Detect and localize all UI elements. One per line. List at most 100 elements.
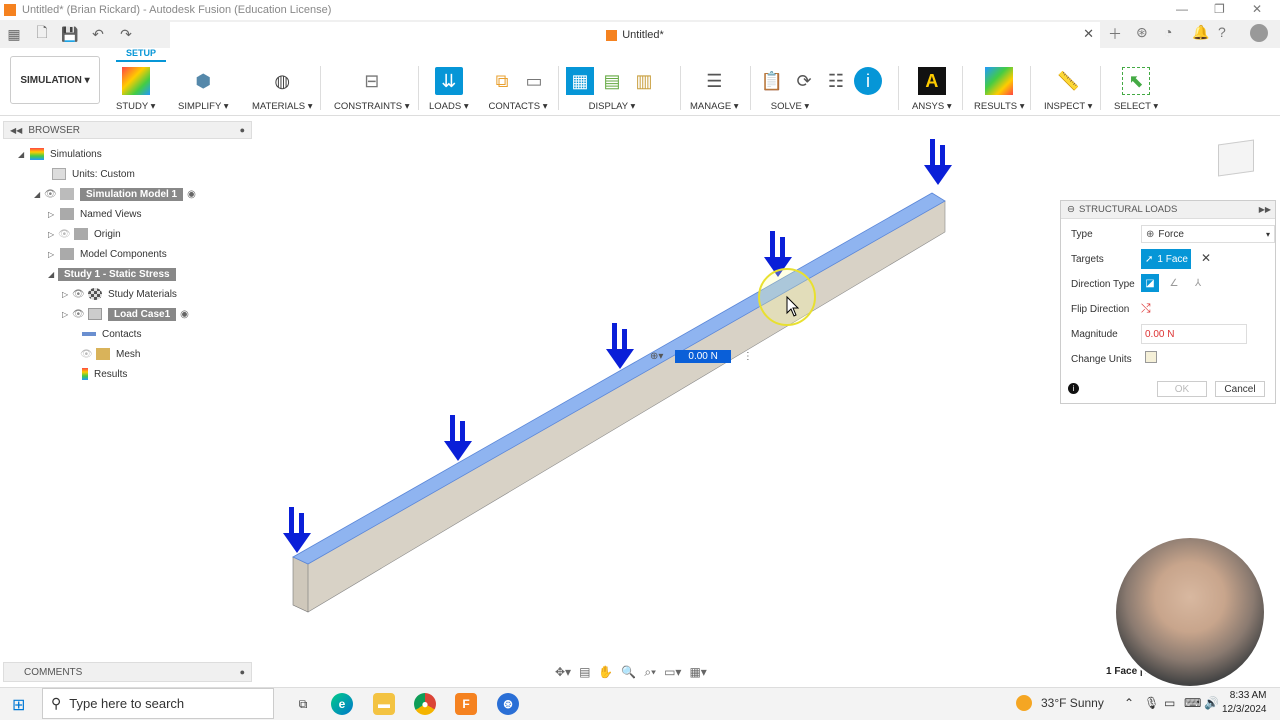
weather-text[interactable]: 33°F Sunny	[1041, 696, 1104, 710]
visibility-eye-icon[interactable]: 👁	[58, 229, 72, 240]
visibility-eye-icon[interactable]: 👁	[80, 349, 94, 360]
help-icon[interactable]: ?	[1218, 24, 1226, 40]
inline-magnitude-input[interactable]: 0.00 N	[675, 349, 731, 363]
undo-icon[interactable]: ↶	[84, 26, 112, 43]
beam-top-face-selected[interactable]	[292, 192, 946, 565]
materials-group[interactable]: ◍ MATERIALS ▾	[252, 66, 313, 113]
clear-selection-icon[interactable]: ✕	[1201, 251, 1211, 265]
tree-item-study-materials[interactable]: ▷ 👁 Study Materials	[62, 285, 177, 303]
loads-group[interactable]: ⇊ LOADS ▾	[429, 66, 469, 112]
cancel-button[interactable]: Cancel	[1215, 381, 1265, 397]
display-settings-icon[interactable]: ▭▾	[664, 665, 681, 679]
network-icon[interactable]: ⌨	[1184, 696, 1201, 710]
app-taskbar-icon[interactable]: ⊛	[497, 693, 519, 715]
tree-item-model-components[interactable]: ▷ Model Components	[48, 245, 167, 263]
tree-item-named-views[interactable]: ▷ Named Views	[48, 205, 142, 223]
ok-button[interactable]: OK	[1157, 381, 1207, 397]
file-menu-icon[interactable]: 🗋	[28, 22, 56, 46]
study-group[interactable]: STUDY ▾	[116, 66, 155, 112]
grid-icon[interactable]: ▦▾	[689, 665, 706, 679]
tree-item-simulations[interactable]: ◢ Simulations	[18, 145, 102, 163]
activate-radio-icon[interactable]: ◉	[187, 189, 196, 200]
manage-group[interactable]: ☰ MANAGE ▾	[690, 66, 739, 113]
restore-icon[interactable]: ❐	[1214, 2, 1225, 16]
extensions-icon[interactable]: ⊛	[1136, 24, 1148, 41]
visibility-eye-icon[interactable]: 👁	[72, 309, 86, 320]
volume-icon[interactable]: 🔊	[1204, 696, 1219, 710]
visibility-eye-icon[interactable]: 👁	[44, 189, 58, 200]
change-units-checkbox[interactable]	[1145, 351, 1157, 363]
look-at-icon[interactable]: ▤	[579, 665, 590, 679]
pan-icon[interactable]: ✋	[598, 665, 613, 679]
close-window-icon[interactable]: ✕	[1252, 2, 1262, 16]
fit-icon[interactable]: ⌕▾	[644, 665, 656, 680]
constraints-group[interactable]: ⊟ CONSTRAINTS ▾	[334, 66, 410, 113]
tab-setup[interactable]: SETUP	[116, 48, 166, 62]
tree-item-simulation-model[interactable]: ◢ 👁 Simulation Model 1 ◉	[34, 185, 196, 203]
notifications-icon[interactable]: 🔔	[1192, 24, 1209, 41]
targets-selection-button[interactable]: ➚ 1 Face	[1141, 249, 1191, 269]
edge-icon[interactable]: e	[331, 693, 353, 715]
tree-item-origin[interactable]: ▷ 👁 Origin	[48, 225, 121, 243]
tree-item-mesh[interactable]: 👁 Mesh	[80, 345, 140, 363]
display-group[interactable]: ▦ ▤ ▥ DISPLAY ▾	[566, 66, 658, 112]
normal-direction-icon[interactable]: ◪	[1141, 274, 1159, 292]
browser-header[interactable]: ◀◀ BROWSER ●	[3, 121, 252, 139]
task-view-icon[interactable]: ⧉	[292, 693, 314, 715]
canvas-viewport[interactable]	[260, 117, 1060, 687]
dialog-expand-icon[interactable]: ▶▶	[1259, 205, 1271, 214]
tree-item-load-case[interactable]: ▷ 👁 Load Case1 ◉	[62, 305, 189, 323]
redo-icon[interactable]: ↷	[112, 26, 140, 43]
workspace-switcher[interactable]: SIMULATION ▾	[10, 56, 100, 104]
view-cube[interactable]	[1212, 136, 1260, 180]
ansys-group[interactable]: A ANSYS ▾	[912, 66, 952, 112]
flip-direction-icon[interactable]: ⤭	[1141, 301, 1151, 316]
type-dropdown[interactable]: ⊕ Force ▾	[1141, 225, 1275, 243]
taskbar-search[interactable]: ⚲ Type here to search	[42, 688, 274, 719]
info-icon[interactable]: i	[1068, 383, 1079, 394]
simplify-group[interactable]: ⬢ SIMPLIFY ▾	[178, 66, 229, 113]
tree-item-results[interactable]: Results	[80, 365, 127, 383]
browser-pin-icon[interactable]: ●	[240, 125, 245, 135]
comments-add-icon[interactable]: ●	[240, 667, 245, 677]
tree-item-study[interactable]: ◢ Study 1 - Static Stress	[48, 265, 176, 283]
beam-side-face[interactable]	[292, 200, 946, 613]
minimize-icon[interactable]: —	[1176, 2, 1188, 16]
zoom-icon[interactable]: 🔍	[621, 665, 636, 679]
taskbar-clock[interactable]: 8:33 AM 12/3/2024	[1222, 689, 1267, 717]
force-type-icon[interactable]: ⊕▾	[650, 351, 663, 362]
tree-item-units[interactable]: Units: Custom	[50, 165, 135, 183]
chrome-icon[interactable]: ●	[414, 693, 436, 715]
beam-end-face[interactable]	[292, 556, 309, 613]
windows-start-icon[interactable]: ⊞	[12, 695, 25, 715]
visibility-eye-icon[interactable]: 👁	[72, 289, 86, 300]
microphone-icon[interactable]: 🎙	[1144, 696, 1159, 710]
comments-bar[interactable]: COMMENTS ●	[3, 662, 252, 682]
solve-group[interactable]: 📋 ⟳ ☷ i SOLVE ▾	[758, 66, 882, 112]
dialog-collapse-icon[interactable]: ⊖	[1067, 204, 1075, 215]
contacts-group[interactable]: ⧉ ▭ CONTACTS ▾	[488, 66, 548, 113]
document-tab[interactable]: Untitled* ✕	[170, 22, 1100, 48]
collapse-browser-icon[interactable]: ◀◀	[10, 126, 22, 135]
tray-chevron-icon[interactable]: ⌃	[1124, 696, 1134, 710]
magnitude-input[interactable]: 0.00 N	[1141, 324, 1247, 344]
orbit-icon[interactable]: ✥▾	[555, 665, 571, 679]
new-tab-icon[interactable]: ＋	[1108, 24, 1122, 44]
data-panel-icon[interactable]: ▦	[0, 26, 28, 43]
vector-direction-icon[interactable]: ⅄	[1189, 274, 1207, 292]
tree-label: Load Case1	[108, 307, 177, 321]
fusion-taskbar-icon[interactable]: F	[455, 693, 477, 715]
activate-radio-icon[interactable]: ◉	[180, 309, 189, 320]
file-explorer-icon[interactable]: ▬	[373, 693, 395, 715]
tree-item-contacts[interactable]: Contacts	[80, 325, 141, 343]
select-group[interactable]: ⬉ SELECT ▾	[1114, 66, 1158, 112]
user-avatar[interactable]	[1250, 24, 1268, 42]
more-options-icon[interactable]: ⋮	[743, 351, 753, 362]
close-tab-icon[interactable]: ✕	[1083, 26, 1094, 42]
inspect-group[interactable]: 📏 INSPECT ▾	[1044, 66, 1092, 113]
results-group[interactable]: RESULTS ▾	[974, 66, 1025, 112]
angle-direction-icon[interactable]: ∠	[1165, 274, 1183, 292]
battery-icon[interactable]: ▭	[1164, 696, 1175, 710]
save-icon[interactable]: 💾	[56, 26, 84, 43]
job-status-icon[interactable]: ◔	[1164, 24, 1172, 40]
